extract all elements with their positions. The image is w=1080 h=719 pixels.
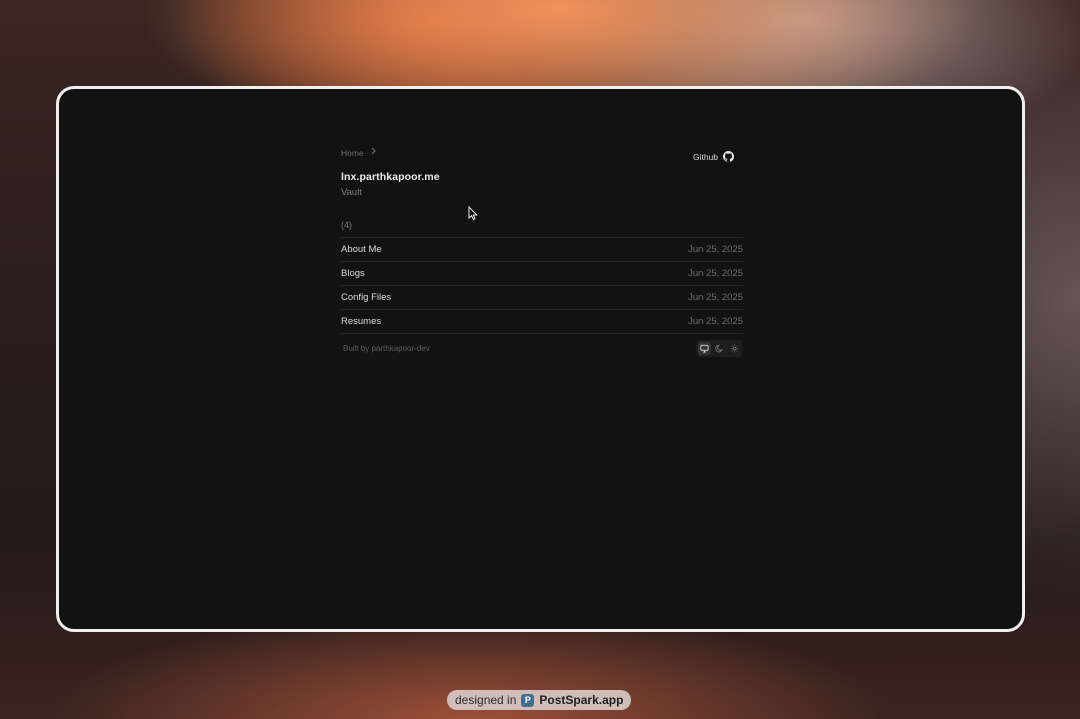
- list-item-name: Resumes: [341, 316, 382, 327]
- list-item-date: Jun 25, 2025: [688, 268, 743, 279]
- mouse-pointer-icon: [468, 205, 478, 226]
- vault-page: Home Github lnx.parthkapoor.me Vault (4)…: [341, 147, 743, 357]
- github-link[interactable]: Github: [693, 151, 734, 162]
- github-icon: [723, 151, 734, 162]
- list-item-name: Config Files: [341, 292, 392, 303]
- breadcrumb-home-link[interactable]: Home: [341, 148, 364, 158]
- list-item-date: Jun 25, 2025: [688, 292, 743, 303]
- sun-icon: [730, 344, 739, 352]
- list-item-resumes[interactable]: Resumes Jun 25, 2025: [341, 310, 743, 334]
- list-item-date: Jun 25, 2025: [688, 316, 743, 327]
- chevron-right-icon: [370, 147, 377, 158]
- file-list: About Me Jun 25, 2025 Blogs Jun 25, 2025…: [341, 238, 743, 334]
- list-item-about-me[interactable]: About Me Jun 25, 2025: [341, 238, 743, 262]
- site-title: lnx.parthkapoor.me: [341, 171, 440, 183]
- list-item-blogs[interactable]: Blogs Jun 25, 2025: [341, 262, 743, 286]
- theme-switcher: [696, 339, 743, 357]
- moon-icon: [715, 344, 723, 352]
- list-item-config-files[interactable]: Config Files Jun 25, 2025: [341, 286, 743, 310]
- top-bar: Home Github: [341, 147, 743, 163]
- postspark-watermark: designed in P PostSpark.app: [447, 690, 632, 710]
- item-count: (4): [341, 220, 743, 238]
- list-item-name: About Me: [341, 244, 382, 255]
- monitor-icon: [700, 344, 709, 353]
- app-window: Home Github lnx.parthkapoor.me Vault (4)…: [56, 86, 1025, 632]
- site-subtitle: Vault: [341, 187, 362, 198]
- page-footer: Built by parthkapoor-dev: [341, 339, 743, 357]
- theme-dark-button[interactable]: [713, 342, 726, 355]
- list-item-date: Jun 25, 2025: [688, 244, 743, 255]
- list-item-name: Blogs: [341, 268, 365, 279]
- watermark-prefix: designed in: [455, 693, 517, 707]
- breadcrumb: Home: [341, 147, 743, 158]
- github-label: Github: [692, 151, 718, 162]
- postspark-logo-icon: P: [521, 693, 535, 707]
- theme-system-button[interactable]: [698, 341, 711, 355]
- theme-light-button[interactable]: [728, 342, 741, 355]
- watermark-brand: PostSpark.app: [539, 693, 624, 707]
- built-by-credit[interactable]: Built by parthkapoor-dev: [341, 344, 430, 353]
